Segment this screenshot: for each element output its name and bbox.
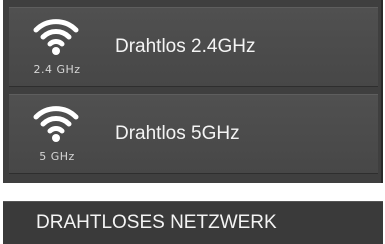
- section-title: DRAHTLOSES NETZWERK: [36, 212, 277, 233]
- wifi-icon: [33, 106, 79, 142]
- menu-item-label: Drahtlos 5GHz: [115, 123, 240, 144]
- wifi-icon: [33, 19, 79, 55]
- divider: [0, 183, 385, 201]
- menu-item-wireless-2-4ghz[interactable]: 2.4 GHz Drahtlos 2.4GHz: [9, 7, 378, 87]
- band-label: 5 GHz: [39, 150, 75, 163]
- menu-item-wireless-5ghz[interactable]: 5 GHz Drahtlos 5GHz: [9, 94, 378, 174]
- menu-item-label: Drahtlos 2.4GHz: [115, 36, 256, 57]
- section-header-wireless-network[interactable]: DRAHTLOSES NETZWERK: [3, 201, 383, 244]
- band-label: 2.4 GHz: [33, 63, 81, 76]
- wireless-menu-panel: 2.4 GHz Drahtlos 2.4GHz 5 GHz Drahtlos 5…: [3, 0, 383, 183]
